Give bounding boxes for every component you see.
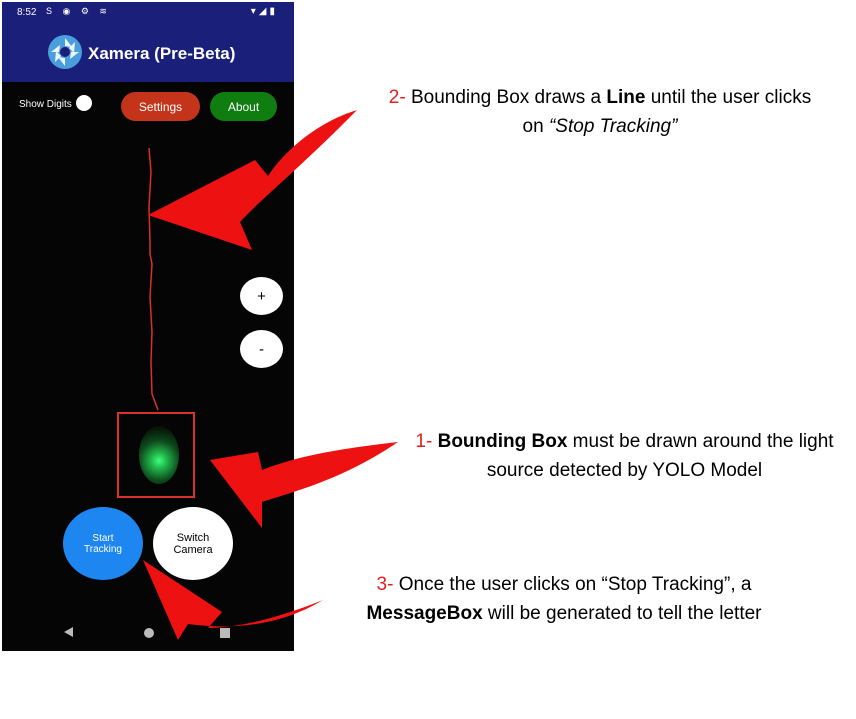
annotation-1-number: 1-	[415, 431, 433, 452]
notification-icons: S ◉ ⚙ ≋	[46, 6, 111, 16]
about-button[interactable]: About	[210, 92, 277, 121]
annotation-3-number: 3-	[376, 574, 394, 595]
annotation-2-text-1: Bounding Box draws a	[405, 87, 607, 108]
annotation-3: 3- Once the user clicks on “Stop Trackin…	[330, 570, 798, 628]
toggle-knob	[76, 95, 92, 111]
nav-recent-icon[interactable]	[220, 628, 230, 638]
zoom-in-button[interactable]: +	[240, 277, 283, 315]
settings-button[interactable]: Settings	[121, 92, 200, 121]
bounding-box	[117, 412, 195, 498]
nav-back-icon[interactable]	[64, 627, 73, 637]
signal-battery-icons: ▾◢▮	[250, 6, 278, 17]
light-source	[139, 426, 179, 484]
annotation-1: 1- Bounding Box must be drawn around the…	[402, 427, 847, 485]
annotation-2-bold: Line	[606, 87, 646, 108]
aperture-logo-icon	[48, 35, 82, 69]
start-tracking-label: Start Tracking	[84, 532, 122, 555]
app-bar: Xamera (Pre-Beta)	[2, 24, 294, 82]
nav-home-icon[interactable]	[144, 628, 154, 638]
annotation-2: 2- Bounding Box draws a Line until the u…	[380, 83, 820, 141]
status-bar: 8:52 S ◉ ⚙ ≋ ▾◢▮	[2, 2, 294, 24]
zoom-out-button[interactable]: -	[240, 330, 283, 368]
show-digits-toggle[interactable]	[76, 95, 96, 113]
switch-camera-label: Switch Camera	[173, 531, 213, 556]
start-tracking-button[interactable]: Start Tracking	[63, 507, 143, 580]
annotation-2-italic: “Stop Tracking”	[548, 116, 678, 137]
app-title: Xamera (Pre-Beta)	[88, 44, 236, 63]
status-time: 8:52	[17, 7, 37, 18]
phone-screen: 8:52 S ◉ ⚙ ≋ ▾◢▮ Xamera (Pre-Beta) Show …	[2, 2, 294, 651]
annotation-3-text-1: Once the user clicks on “Stop Tracking”,…	[393, 574, 752, 595]
annotation-3-text-2: will be generated to tell the letter	[482, 603, 762, 624]
switch-camera-button[interactable]: Switch Camera	[153, 507, 233, 580]
annotation-1-bold: Bounding Box	[437, 431, 568, 452]
show-digits-label: Show Digits	[19, 99, 72, 110]
annotation-3-bold: MessageBox	[366, 603, 483, 624]
annotation-2-number: 2-	[388, 87, 406, 108]
